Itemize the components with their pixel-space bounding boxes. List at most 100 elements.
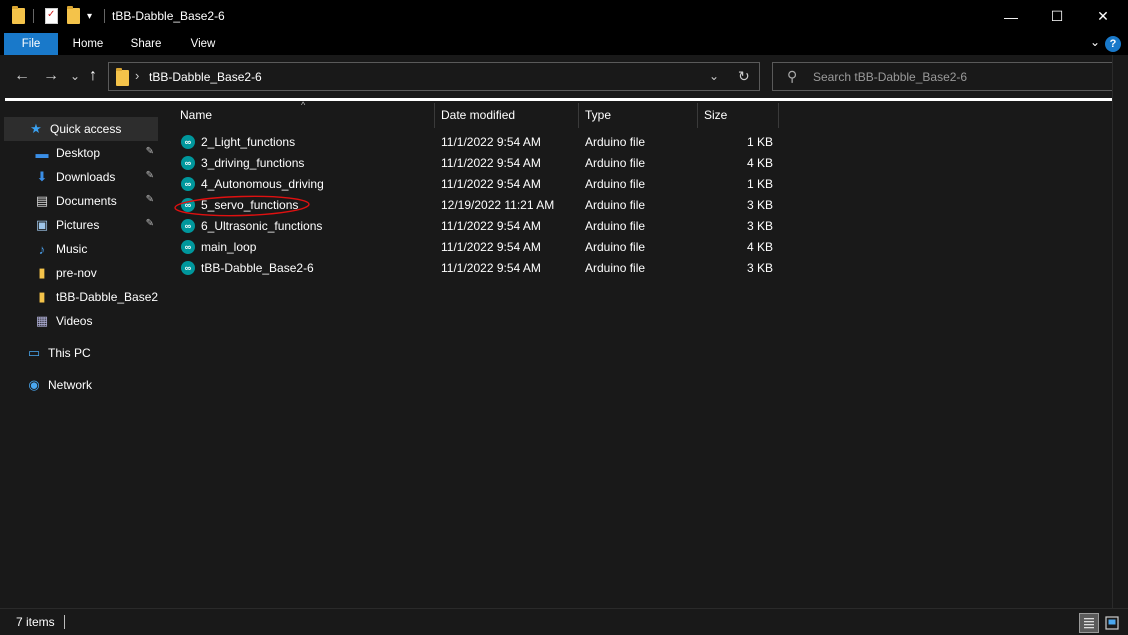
expand-ribbon-icon[interactable]: ⌄ (1090, 35, 1100, 49)
pin-icon[interactable]: ✎ (146, 194, 154, 205)
sidebar-item-label: Quick access (50, 122, 122, 136)
large-icons-view-button[interactable] (1102, 613, 1122, 633)
minimize-button[interactable]: — (988, 0, 1034, 33)
sidebar-item-pictures[interactable]: ▣ Pictures ✎ (4, 213, 158, 237)
file-type: Arduino file (585, 219, 646, 233)
arduino-file-icon: ∞ (181, 219, 195, 233)
window-title: tBB-Dabble_Base2-6 (112, 9, 225, 23)
refresh-icon[interactable]: ↻ (738, 68, 750, 85)
annotation-circle (174, 195, 310, 217)
address-dropdown-icon[interactable]: ⌄ (709, 69, 719, 83)
details-view-button[interactable] (1079, 613, 1099, 633)
table-row[interactable]: ∞ 3_driving_functions 11/1/2022 9:54 AM … (172, 153, 932, 174)
file-type: Arduino file (585, 177, 646, 191)
forward-button[interactable]: → (43, 67, 59, 85)
address-path[interactable]: tBB-Dabble_Base2-6 (149, 70, 262, 84)
search-box[interactable]: ⚲ Search tBB-Dabble_Base2-6 (772, 62, 1114, 91)
sidebar-item-this-pc[interactable]: ▭ This PC (4, 341, 158, 365)
file-size: 4 KB (747, 156, 774, 170)
sidebar-item-label: tBB-Dabble_Base2-6 (56, 290, 158, 304)
separator (33, 7, 34, 25)
search-icon: ⚲ (787, 68, 798, 84)
tab-share[interactable]: Share (122, 33, 170, 55)
address-bar[interactable]: › tBB-Dabble_Base2-6 ⌄ ↻ (108, 62, 760, 91)
sidebar-item-pre-nov[interactable]: ▮ pre-nov (4, 261, 158, 285)
file-size: 3 KB (747, 219, 774, 233)
arduino-file-icon: ∞ (181, 156, 195, 170)
back-button[interactable]: ← (14, 67, 30, 85)
desktop-icon: ▬ (35, 145, 49, 161)
file-type: Arduino file (585, 240, 646, 254)
large-icons-view-icon (1105, 616, 1119, 630)
sidebar-item-documents[interactable]: ▤ Documents ✎ (4, 189, 158, 213)
file-date: 12/19/2022 11:21 AM (441, 198, 555, 212)
separator (104, 7, 105, 25)
table-row[interactable]: ∞ tBB-Dabble_Base2-6 11/1/2022 9:54 AM A… (172, 258, 932, 279)
file-list: ^ Name Date modified Type Size ∞ 2_Light… (162, 100, 1112, 608)
qat-dropdown-icon[interactable]: ▾ (87, 7, 92, 25)
address-row: ← → ⌄ ↑ › tBB-Dabble_Base2-6 ⌄ ↻ ⚲ Searc… (0, 55, 1128, 99)
sidebar-item-label: Videos (56, 314, 93, 328)
file-size: 3 KB (747, 261, 774, 275)
status-bar: 7 items (0, 608, 1128, 635)
column-header-name[interactable]: Name (174, 103, 435, 128)
table-row[interactable]: ∞ 2_Light_functions 11/1/2022 9:54 AM Ar… (172, 132, 932, 153)
close-button[interactable]: ✕ (1080, 0, 1126, 33)
music-icon: ♪ (38, 241, 46, 257)
maximize-button[interactable]: ☐ (1034, 0, 1080, 33)
tab-view[interactable]: View (180, 33, 226, 55)
file-type: Arduino file (585, 198, 646, 212)
computer-icon: ▭ (27, 345, 41, 360)
column-header-type[interactable]: Type (579, 103, 698, 128)
help-icon[interactable]: ? (1105, 36, 1121, 52)
pin-icon[interactable]: ✎ (146, 218, 154, 229)
tab-home[interactable]: Home (64, 33, 112, 55)
sidebar-item-music[interactable]: ♪ Music (4, 237, 158, 261)
file-date: 11/1/2022 9:54 AM (441, 156, 541, 170)
sidebar-item-network[interactable]: ◉ Network (4, 373, 158, 397)
sidebar-item-label: Downloads (56, 170, 116, 184)
new-folder-icon[interactable] (67, 6, 80, 25)
file-name: 2_Light_functions (201, 135, 296, 149)
pictures-icon: ▣ (35, 217, 49, 232)
sidebar-item-label: Network (48, 378, 93, 392)
sidebar-item-label: This PC (48, 346, 91, 360)
table-row[interactable]: ∞ 4_Autonomous_driving 11/1/2022 9:54 AM… (172, 174, 932, 195)
file-date: 11/1/2022 9:54 AM (441, 219, 541, 233)
recent-locations-button[interactable]: ⌄ (70, 69, 80, 83)
videos-icon: ▦ (35, 313, 49, 328)
pin-icon[interactable]: ✎ (146, 170, 154, 181)
arduino-file-icon: ∞ (181, 261, 195, 275)
sidebar-item-desktop[interactable]: ▬ Desktop ✎ (4, 141, 158, 165)
search-input[interactable]: Search tBB-Dabble_Base2-6 (813, 70, 967, 84)
sidebar-item-label: pre-nov (56, 266, 97, 280)
table-row[interactable]: ∞ main_loop 11/1/2022 9:54 AM Arduino fi… (172, 237, 932, 258)
sidebar-item-tbb-dabble[interactable]: ▮ tBB-Dabble_Base2-6 (4, 285, 158, 309)
network-icon: ◉ (28, 377, 40, 392)
properties-icon[interactable] (45, 7, 58, 25)
folder-icon (116, 68, 129, 86)
column-header-size[interactable]: Size (698, 103, 779, 128)
file-date: 11/1/2022 9:54 AM (441, 261, 541, 275)
pin-icon[interactable]: ✎ (146, 146, 154, 157)
folder-icon: ▮ (38, 265, 46, 280)
title-bar: ▾ tBB-Dabble_Base2-6 — ☐ ✕ (0, 0, 1128, 33)
folder-icon: ▮ (38, 289, 46, 304)
file-name: main_loop (201, 240, 257, 254)
file-name: 6_Ultrasonic_functions (201, 219, 323, 233)
arduino-file-icon: ∞ (181, 135, 195, 149)
sidebar-item-label: Desktop (56, 146, 101, 160)
column-header-date[interactable]: Date modified (435, 103, 579, 128)
sidebar-item-downloads[interactable]: ⬇ Downloads ✎ (4, 165, 158, 189)
sidebar-item-videos[interactable]: ▦ Videos (4, 309, 158, 333)
star-icon: ★ (30, 121, 42, 136)
tab-file[interactable]: File (4, 33, 58, 55)
item-count: 7 items (16, 615, 55, 629)
file-type: Arduino file (585, 261, 646, 275)
file-size: 4 KB (747, 240, 774, 254)
download-icon: ⬇ (36, 169, 48, 184)
sidebar-item-quick-access[interactable]: ★ Quick access (4, 117, 158, 141)
up-button[interactable]: ↑ (89, 67, 97, 85)
file-name: 3_driving_functions (201, 156, 305, 170)
file-name: 4_Autonomous_driving (201, 177, 324, 191)
